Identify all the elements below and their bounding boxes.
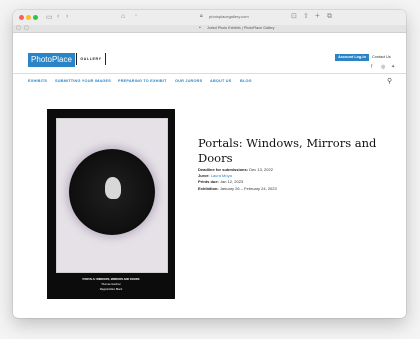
tab-favicon-icon: ▢: [16, 25, 21, 31]
tab-bar: ▢ ▢ ▪ Juried Photo Exhibits | PhotoPlace…: [13, 25, 406, 33]
browser-window: ▭ ‹ › ⌂ ◦ 🔒︎ photoplacegallery.com ⊡ ⇧ +…: [13, 10, 406, 318]
prints-label: Prints due:: [198, 179, 219, 185]
nav-preparing-to-exhibit[interactable]: PREPARING TO EXHIBIT: [118, 79, 167, 83]
twitter-icon[interactable]: ✦: [391, 65, 395, 70]
exhibit-details: Deadline for submissions: Dec 13, 2022 J…: [198, 167, 398, 192]
lock-icon: 🔒︎: [200, 13, 203, 19]
silhouette-figure: [105, 177, 121, 199]
exhibition-row: Exhibition: January 26 – February 24, 20…: [198, 186, 398, 192]
tab-grid-icon: ▢: [24, 25, 29, 31]
poster-line-2: Thomas Gardner: [101, 283, 121, 286]
plus-icon[interactable]: +: [315, 12, 320, 20]
facebook-icon[interactable]: f: [371, 65, 372, 70]
mirror-disc: [69, 149, 155, 235]
prints-value: Jan 12, 2023: [220, 179, 244, 185]
browser-toolbar: ▭ ‹ › ⌂ ◦ 🔒︎ photoplacegallery.com ⊡ ⇧ +…: [13, 10, 406, 25]
exhibition-label: Exhibition:: [198, 185, 219, 191]
nav-divider: [13, 73, 406, 74]
tabs-icon[interactable]: ⧉: [327, 13, 332, 20]
chevron-left-icon[interactable]: ‹: [57, 13, 59, 20]
minimize-window-button[interactable]: [26, 15, 31, 20]
sidebar-icon[interactable]: ▭: [46, 14, 53, 21]
reader-icon[interactable]: ⊡: [291, 13, 297, 20]
logo-photoplace[interactable]: PhotoPlace: [28, 53, 75, 67]
deadline-value: Dec 13, 2022: [249, 167, 273, 172]
poster-line-3: Magical Ellen Black: [99, 288, 123, 291]
exhibit-title: Portals: Windows, Mirrors and Doors: [198, 136, 377, 165]
maximize-window-button[interactable]: [33, 15, 38, 20]
tab-title[interactable]: Juried Photo Exhibits | PhotoPlace Galle…: [207, 26, 274, 30]
poster-photo: [56, 118, 168, 273]
juror-link[interactable]: Laura Moya: [211, 173, 232, 178]
instagram-icon[interactable]: ◎: [381, 65, 385, 70]
home-icon[interactable]: ⌂: [121, 13, 125, 20]
main-nav: EXHIBITS SUBMITTING YOUR IMAGES PREPARIN…: [13, 77, 406, 87]
exhibition-value: January 26 – February 24, 2023: [219, 185, 277, 191]
close-window-button[interactable]: [19, 15, 24, 20]
nav-our-jurors[interactable]: OUR JURORS: [175, 79, 202, 83]
logo-gallery[interactable]: GALLERY: [76, 53, 106, 65]
exhibit-poster[interactable]: PORTALS: WINDOWS, MIRRORS AND DOORS Thom…: [47, 109, 175, 299]
shield-icon: ◦: [135, 13, 138, 19]
share-icon[interactable]: ⇧: [303, 13, 309, 20]
chevron-right-icon[interactable]: ›: [66, 13, 68, 20]
nav-about-us[interactable]: ABOUT US: [210, 79, 231, 83]
site-favicon-icon: ▪: [199, 25, 201, 31]
juror-label: Juror:: [198, 173, 210, 179]
nav-exhibits[interactable]: EXHIBITS: [28, 79, 47, 83]
nav-submitting-your-images[interactable]: SUBMITTING YOUR IMAGES: [55, 79, 111, 83]
search-icon[interactable]: ⚲: [387, 77, 392, 85]
nav-blog[interactable]: BLOG: [240, 79, 252, 83]
address-bar[interactable]: photoplacegallery.com: [209, 14, 249, 19]
contact-us-link[interactable]: Contact Us: [372, 55, 391, 59]
deadline-label: Deadline for submissions:: [198, 167, 249, 172]
account-login-button[interactable]: Account Log-in: [335, 54, 369, 61]
poster-title: PORTALS: WINDOWS, MIRRORS AND DOORS: [82, 278, 140, 281]
